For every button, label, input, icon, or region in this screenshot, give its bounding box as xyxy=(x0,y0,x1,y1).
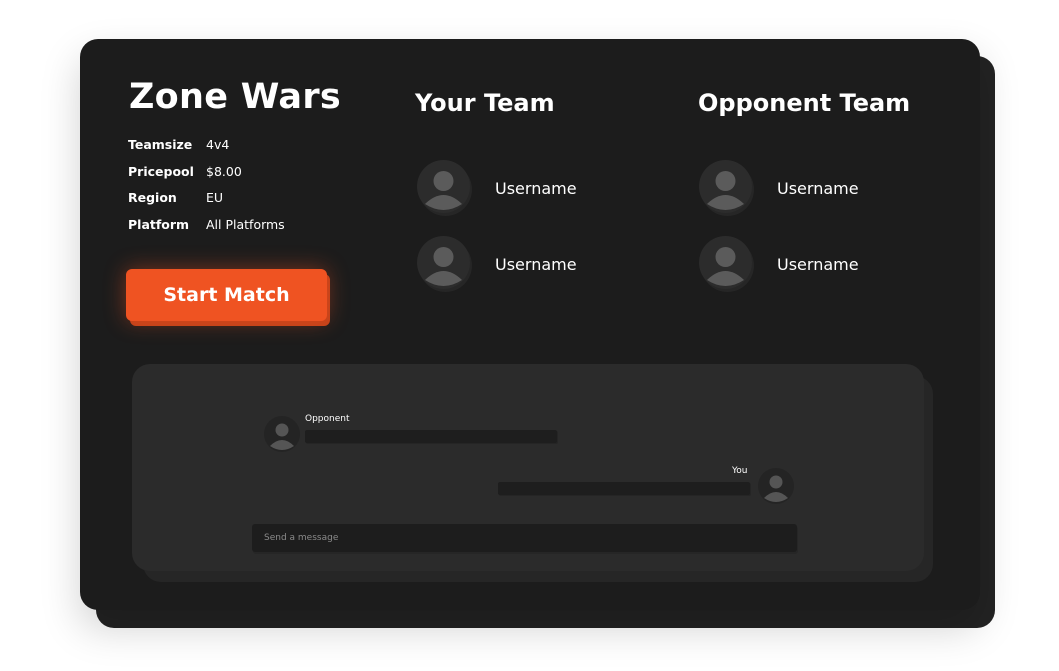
detail-label: Pricepool xyxy=(128,163,194,179)
detail-label: Region xyxy=(128,190,177,205)
opponent-team-list: Username Username xyxy=(699,157,939,309)
match-card: Zone Wars Teamsize 4v4 Pricepool $8.00 R… xyxy=(80,39,980,610)
player-username: Username xyxy=(777,255,859,274)
player-username: Username xyxy=(495,255,577,274)
detail-value: All Platforms xyxy=(206,216,285,232)
match-title: Zone Wars xyxy=(129,77,342,117)
team-player[interactable]: Username xyxy=(417,157,657,233)
user-avatar-icon xyxy=(264,416,300,452)
user-avatar-icon xyxy=(699,236,752,289)
opponent-player[interactable]: Username xyxy=(699,157,939,233)
message-bubble xyxy=(498,482,750,495)
detail-label: Platform xyxy=(128,216,190,232)
player-username: Username xyxy=(777,179,859,198)
detail-label: Teamsize xyxy=(128,137,193,152)
message-bubble xyxy=(305,430,557,443)
player-username: Username xyxy=(495,179,577,198)
team-player[interactable]: Username xyxy=(417,233,657,309)
your-team-heading: Your Team xyxy=(415,89,555,117)
your-team-list: Username Username xyxy=(417,157,657,309)
user-avatar-icon xyxy=(699,160,752,213)
message-sender: You xyxy=(732,466,748,476)
message-sender: Opponent xyxy=(305,414,350,424)
detail-value: 4v4 xyxy=(206,137,230,152)
user-avatar-icon xyxy=(417,160,470,213)
chat-message-input[interactable] xyxy=(252,524,797,552)
user-avatar-icon xyxy=(758,468,794,504)
chat-panel: Opponent You xyxy=(132,364,924,571)
detail-value: EU xyxy=(206,190,224,205)
detail-value: $8.00 xyxy=(206,163,242,179)
opponent-player[interactable]: Username xyxy=(699,233,939,309)
start-match-button[interactable]: Start Match xyxy=(126,269,327,321)
user-avatar-icon xyxy=(417,236,470,289)
opponent-team-heading: Opponent Team xyxy=(698,89,911,117)
